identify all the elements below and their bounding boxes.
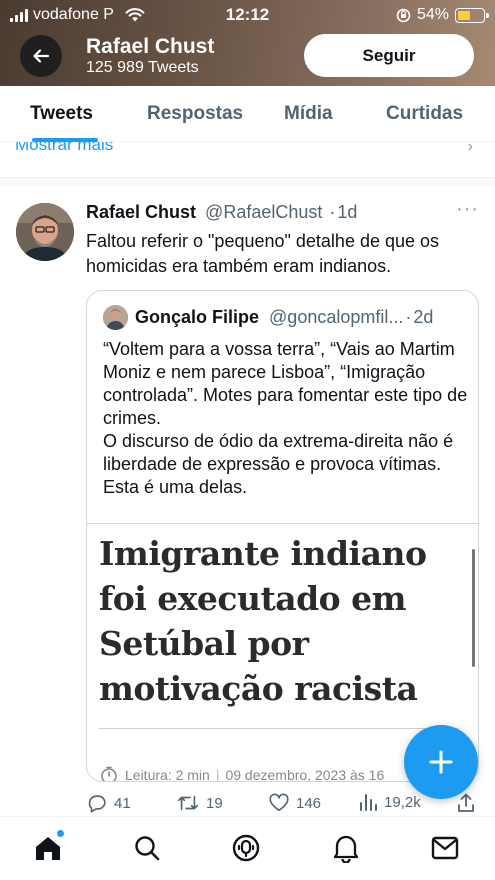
tweet-text: Faltou referir o "pequeno" detalhe de qu… [86,231,440,276]
bottom-navigation [0,816,495,880]
more-options-icon[interactable]: ··· [456,198,479,221]
show-more-link[interactable]: Mostrar mais [15,142,113,155]
profile-tabs: Tweets Respostas Mídia Curtidas [0,86,495,142]
battery-percent: 54% [416,6,449,23]
quote-header: Gonçalo Filipe @goncalopmfil... · 2d [135,307,475,328]
tab-curtidas[interactable]: Curtidas [386,86,463,142]
quote-text: “Voltem para a vossa terra”, “Vais ao Ma… [103,338,473,499]
show-more-row[interactable]: Mostrar mais › [0,142,495,178]
battery-icon [455,7,489,23]
analytics-icon [360,794,377,811]
nav-search[interactable] [130,831,164,865]
article-scrollbar [472,549,475,667]
quote-profile-photo [103,305,128,330]
quote-paragraph: O discurso de ódio da extrema-direita nã… [103,431,454,497]
tab-tweets[interactable]: Tweets [30,86,93,142]
chevron-right-icon: › [467,142,473,155]
tab-respostas[interactable]: Respostas [147,86,243,142]
envelope-icon [431,836,459,860]
retweet-button[interactable]: 19 [176,792,223,814]
spaces-microphone-icon [232,834,260,862]
article-meta: Leitura: 2 min | 09 dezembro, 2023 às 16 [99,765,385,782]
article-headline: Imigrante indiano foi executado em Setúb… [99,534,427,708]
tab-midia[interactable]: Mídia [284,86,333,142]
nav-messages[interactable] [428,831,462,865]
status-bar: vodafone P 12:12 54% [0,0,495,30]
like-count: 146 [296,794,322,812]
views-button[interactable]: 19,2k [358,792,421,812]
nav-home[interactable] [31,829,65,865]
views-count: 19,2k [384,793,421,811]
profile-header: vodafone P 12:12 54% Rafael Chust 125 98… [0,0,495,86]
reply-count: 41 [114,794,131,812]
quote-author-handle: @goncalopmfil... [269,307,404,327]
profile-name: Rafael Chust [86,35,215,58]
share-button[interactable] [456,792,476,814]
quote-author-name: Gonçalo Filipe [135,307,260,327]
nav-notifications[interactable] [329,831,363,865]
tweet-count: 125 989 Tweets [86,59,199,76]
avatar[interactable] [16,203,74,261]
heart-icon [269,793,289,812]
bell-icon [333,835,359,863]
tweet-author-handle[interactable]: @RafaelChust [205,202,322,222]
status-right: 54% [396,6,489,24]
quote-time: 2d [413,307,434,327]
quote-divider [87,523,478,524]
nav-spaces[interactable] [229,831,263,865]
tweet-actions: 41 19 146 19,2k [86,792,481,816]
tweet-time[interactable]: 1d [337,202,357,222]
notification-dot [56,829,65,838]
meta-separator: | [215,767,220,782]
search-icon [135,836,160,861]
back-button[interactable] [20,35,62,77]
reply-button[interactable]: 41 [86,792,131,814]
dot-separator: · [405,307,412,327]
follow-button[interactable]: Seguir [304,34,474,77]
retweet-count: 19 [206,794,223,812]
compose-tweet-button[interactable] [404,725,478,799]
article-date: 09 dezembro, 2023 às 16 [225,767,385,782]
tweet-author-name[interactable]: Rafael Chust [86,202,196,222]
retweet-icon [178,795,198,811]
tweet-header: Rafael Chust @RafaelChust · 1d [86,202,357,223]
reply-icon [88,795,106,813]
like-button[interactable]: 146 [268,792,321,814]
stopwatch-icon [101,766,117,781]
quote-paragraph: “Voltem para a vossa terra”, “Vais ao Ma… [103,339,468,428]
plus-icon [429,750,453,774]
article-rule [99,728,459,729]
quoted-tweet[interactable]: Gonçalo Filipe @goncalopmfil... · 2d “Volt… [86,290,479,782]
arrow-left-icon [33,49,50,63]
profile-photo [16,203,74,261]
dot-separator: · [329,202,336,222]
section-divider [0,178,495,186]
article-reading-time: Leitura: 2 min [125,767,210,782]
orientation-lock-icon [396,8,411,22]
quote-avatar [103,305,128,330]
share-icon [458,793,474,812]
